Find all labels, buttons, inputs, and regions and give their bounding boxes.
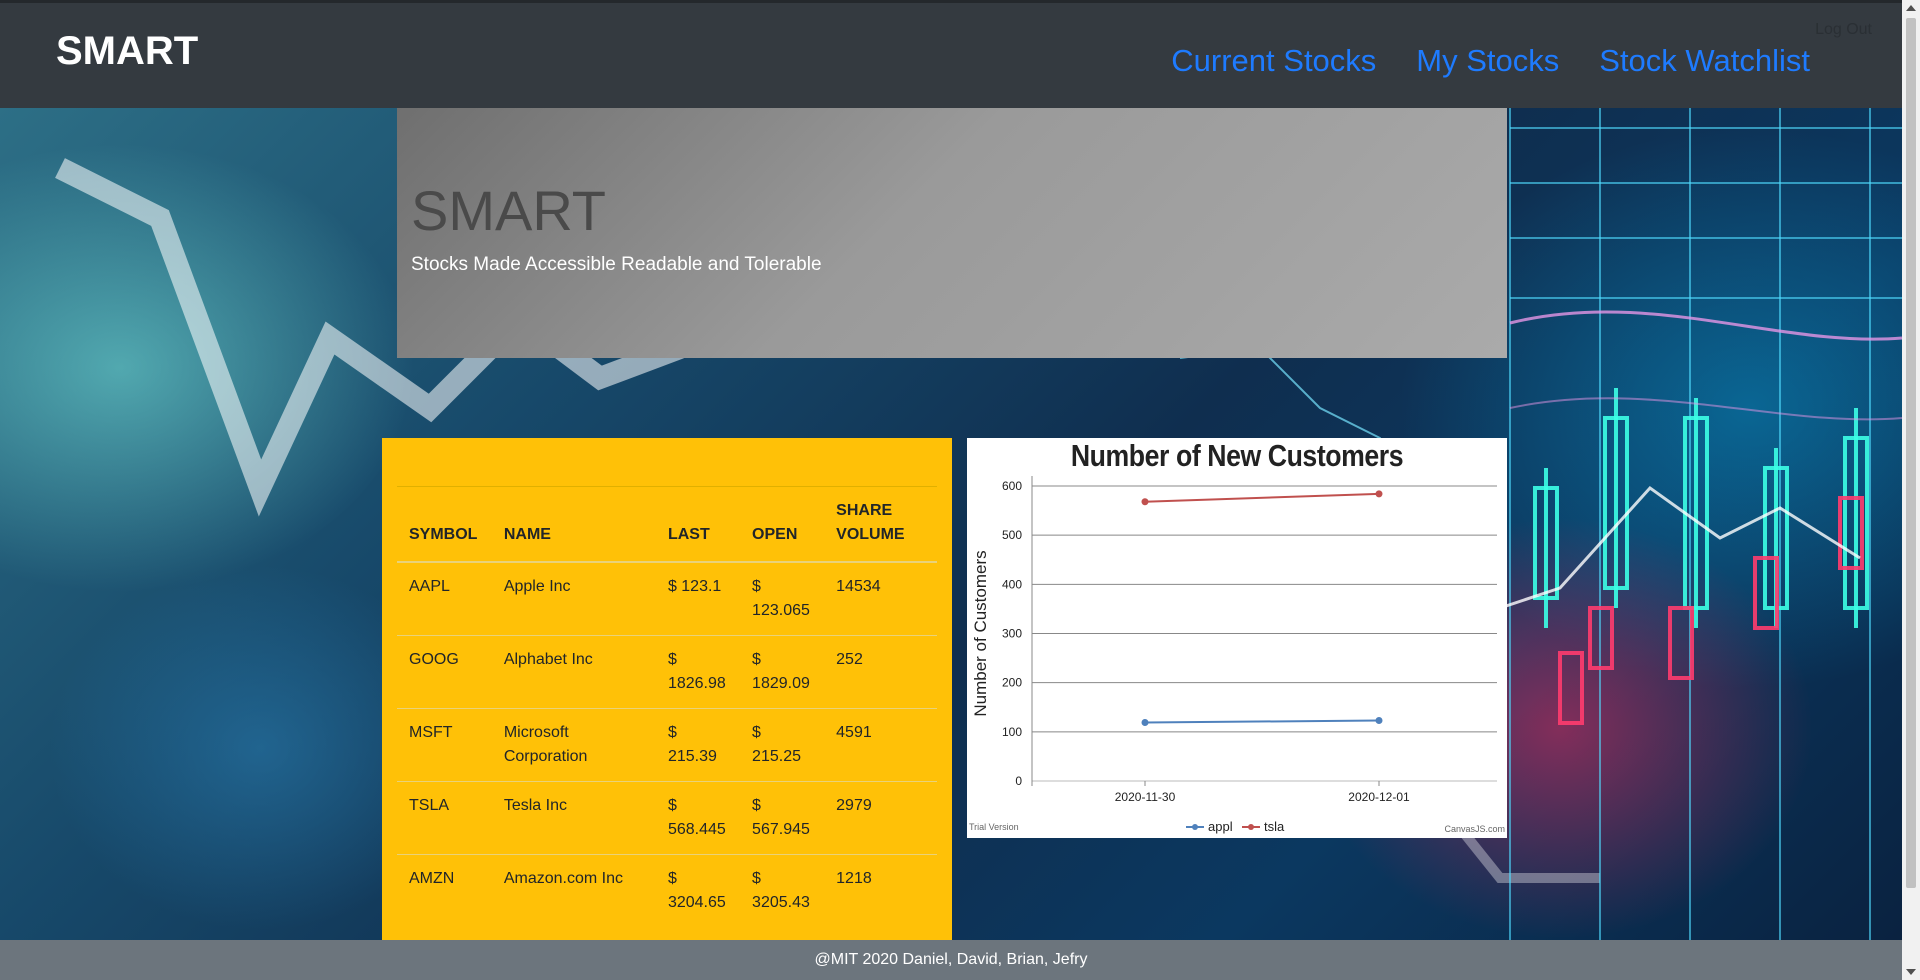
table-row: MSFT Microsoft Corporation $ 215.39 $ 21… <box>397 708 937 782</box>
cell-open: $ 3205.43 <box>740 854 825 928</box>
y-tick-label: 200 <box>1002 676 1022 690</box>
customers-chart-panel: 0 100 200 300 400 500 600 2020-11-30 2020-12-01 N… <box>967 438 1507 838</box>
nav-link-my-stocks[interactable]: My Stocks <box>1416 43 1559 79</box>
table-row: GOOG Alphabet Inc $ 1826.98 $ 1829.09 25… <box>397 635 937 709</box>
cell-last: $ 1826.98 <box>655 635 741 709</box>
cell-name: Microsoft Corporation <box>491 708 656 782</box>
series-line-appl <box>1144 719 1380 724</box>
nav-link-current-stocks[interactable]: Current Stocks <box>1171 43 1376 79</box>
cell-volume: 4591 <box>824 708 937 782</box>
y-tick-label: 100 <box>1002 725 1022 739</box>
cell-last: $ 3204.65 <box>655 854 741 928</box>
cell-volume: 1218 <box>824 854 937 928</box>
chart-credit-link[interactable]: CanvasJS.com <box>1444 824 1505 834</box>
table-row: AAPL Apple Inc $ 123.1 $ 123.065 14534 <box>397 561 937 636</box>
cell-name: Apple Inc <box>491 561 656 636</box>
cell-volume: 252 <box>824 635 937 709</box>
scroll-up-arrow-icon[interactable] <box>1906 5 1916 11</box>
cell-open: $ 123.065 <box>740 561 825 636</box>
header-share-volume: SHARE VOLUME <box>824 486 937 563</box>
hero-banner: SMART Stocks Made Accessible Readable an… <box>397 108 1507 358</box>
cell-symbol: AAPL <box>397 561 492 636</box>
cell-last: $ 568.445 <box>655 781 741 855</box>
scroll-down-arrow-icon[interactable] <box>1906 969 1916 975</box>
cell-open: $ 567.945 <box>740 781 825 855</box>
stocks-table-panel: SYMBOL NAME LAST OPEN SHARE VOLUME AAPL … <box>382 438 952 940</box>
cell-symbol: AMZN <box>397 854 492 928</box>
y-tick-label: 600 <box>1002 479 1022 493</box>
cell-name: Tesla Inc <box>491 781 656 855</box>
stocks-table: SYMBOL NAME LAST OPEN SHARE VOLUME AAPL … <box>397 486 937 928</box>
table-row: AMZN Amazon.com Inc $ 3204.65 $ 3205.43 … <box>397 854 937 928</box>
cell-volume: 2979 <box>824 781 937 855</box>
y-axis-title: Number of Customers <box>971 550 990 716</box>
navbar: SMART Log Out Current Stocks My Stocks S… <box>0 0 1902 108</box>
cell-symbol: MSFT <box>397 708 492 782</box>
table-row: TSLA Tesla Inc $ 568.445 $ 567.945 2979 <box>397 781 937 855</box>
line-chart: 0 100 200 300 400 500 600 2020-11-30 2020-12-01 N… <box>971 476 1497 834</box>
table-header-row: SYMBOL NAME LAST OPEN SHARE VOLUME <box>397 486 937 563</box>
data-point-tsla <box>1375 490 1383 498</box>
cell-symbol: GOOG <box>397 635 492 709</box>
x-tick-label: 2020-12-01 <box>1348 790 1410 804</box>
footer: @MIT 2020 Daniel, David, Brian, Jefry <box>0 940 1902 980</box>
cell-open: $ 1829.09 <box>740 635 825 709</box>
cell-last: $ 215.39 <box>655 708 741 782</box>
header-symbol: SYMBOL <box>397 486 492 563</box>
legend-label-tsla: tsla <box>1264 819 1285 834</box>
chart-title: Number of New Customers <box>1070 438 1404 473</box>
nav-links: Current Stocks My Stocks Stock Watchlist <box>1171 43 1810 79</box>
y-tick-label: 500 <box>1002 528 1022 542</box>
y-tick-label: 400 <box>1002 577 1022 591</box>
data-point-appl <box>1141 718 1149 726</box>
legend-marker-dot <box>1192 824 1198 830</box>
x-tick-label: 2020-11-30 <box>1115 790 1176 804</box>
chart-trial-watermark: Trial Version <box>969 822 1019 832</box>
hero-subtitle: Stocks Made Accessible Readable and Tole… <box>411 254 822 275</box>
y-tick-label: 300 <box>1002 627 1022 641</box>
legend-label-appl: appl <box>1208 819 1233 834</box>
series-line-tsla <box>1144 492 1380 503</box>
logout-link[interactable]: Log Out <box>1815 21 1872 39</box>
nav-link-stock-watchlist[interactable]: Stock Watchlist <box>1599 43 1810 79</box>
cell-symbol: TSLA <box>397 781 492 855</box>
page-scrollbar[interactable] <box>1902 0 1920 980</box>
cell-last: $ 123.1 <box>655 561 741 636</box>
brand-logo[interactable]: SMART <box>56 29 198 74</box>
cell-open: $ 215.25 <box>740 708 825 782</box>
scrollbar-thumb[interactable] <box>1906 18 1916 888</box>
y-tick-label: 0 <box>1015 774 1022 788</box>
data-point-appl <box>1375 717 1383 725</box>
cell-name: Amazon.com Inc <box>491 854 656 928</box>
data-point-tsla <box>1141 498 1149 506</box>
legend-marker-dot <box>1248 824 1254 830</box>
header-last: LAST <box>655 486 741 563</box>
cell-name: Alphabet Inc <box>491 635 656 709</box>
header-open: OPEN <box>740 486 825 563</box>
header-name: NAME <box>491 486 656 563</box>
hero-title: SMART <box>411 179 606 242</box>
cell-volume: 14534 <box>824 561 937 636</box>
